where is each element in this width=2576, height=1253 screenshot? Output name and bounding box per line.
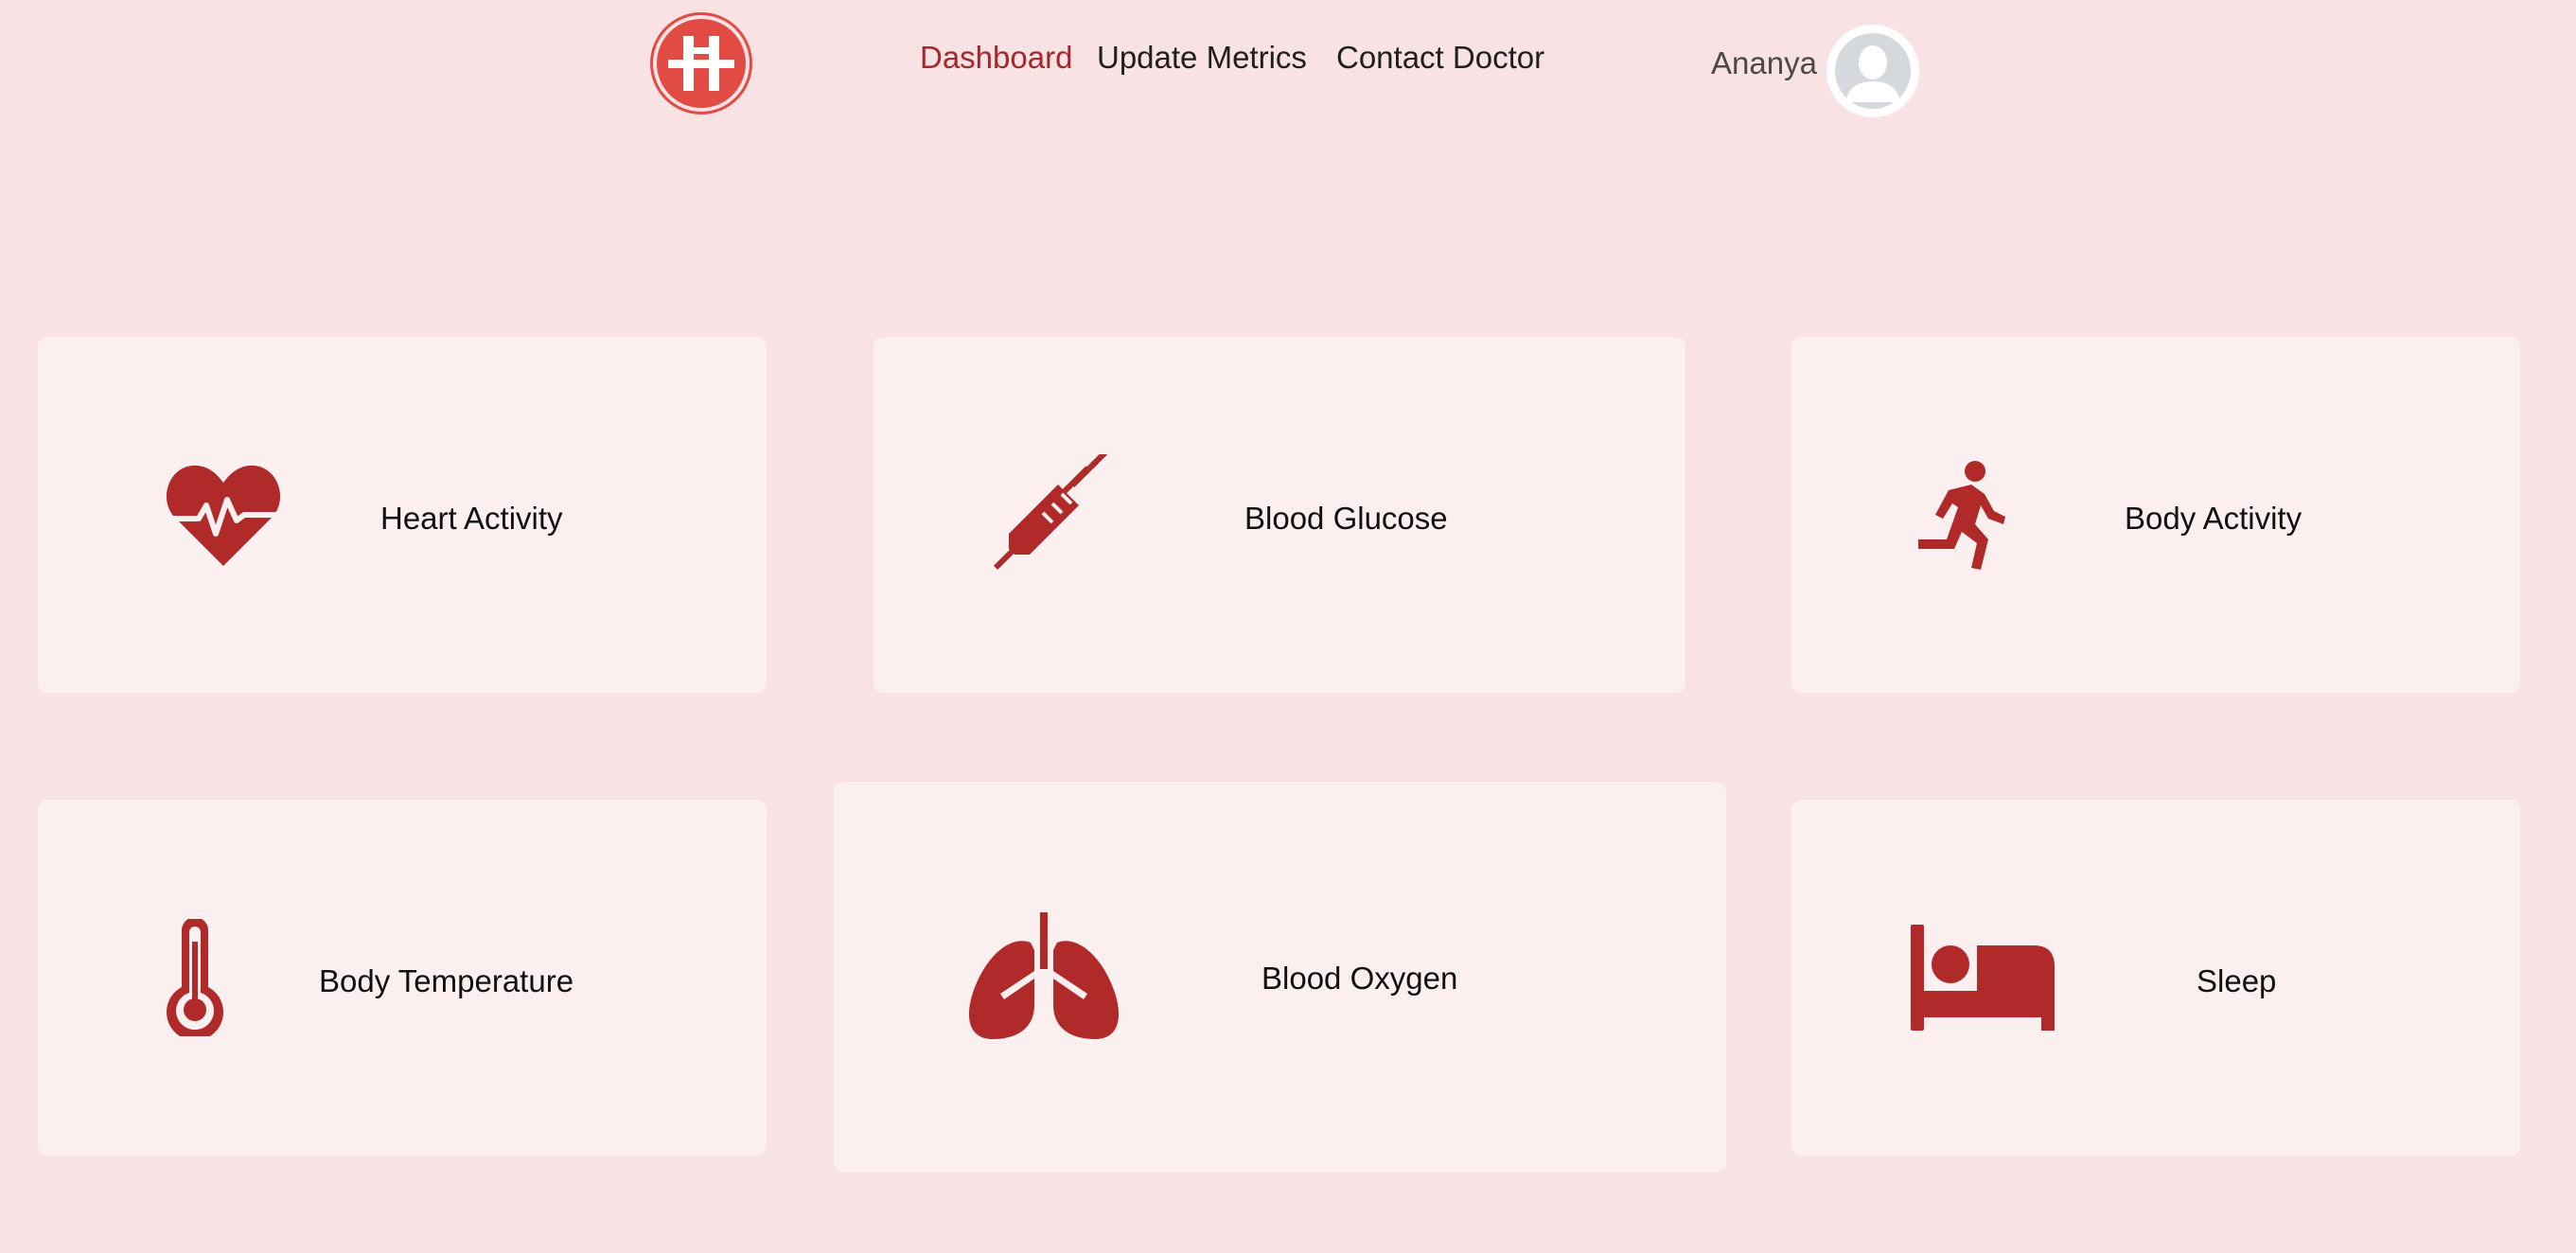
nav-contact-doctor[interactable]: Contact Doctor xyxy=(1336,42,1544,73)
card-label: Sleep xyxy=(2197,963,2277,998)
logo-h-icon xyxy=(668,36,734,91)
heart-pulse-icon xyxy=(166,465,281,566)
app-logo[interactable] xyxy=(653,15,750,112)
lungs-icon xyxy=(968,912,1120,1039)
card-label: Body Temperature xyxy=(319,963,574,998)
card-label: Blood Oxygen xyxy=(1262,961,1458,996)
card-blood-glucose[interactable]: Blood Glucose xyxy=(873,337,1685,693)
card-body-activity[interactable]: Body Activity xyxy=(1791,337,2520,693)
card-label: Heart Activity xyxy=(380,501,563,536)
card-sleep[interactable]: Sleep xyxy=(1791,800,2520,1156)
user-name: Ananya xyxy=(1711,45,1817,80)
thermometer-icon xyxy=(167,919,223,1036)
syringe-icon xyxy=(993,454,1109,571)
avatar[interactable] xyxy=(1826,25,1919,117)
card-label: Blood Glucose xyxy=(1244,501,1448,536)
card-blood-oxygen[interactable]: Blood Oxygen xyxy=(834,782,1726,1173)
nav-update-metrics[interactable]: Update Metrics xyxy=(1097,42,1307,73)
bed-icon xyxy=(1911,925,2055,1031)
card-label: Body Activity xyxy=(2125,501,2303,536)
nav-dashboard[interactable]: Dashboard xyxy=(920,42,1072,73)
card-heart-activity[interactable]: Heart Activity xyxy=(38,337,767,693)
running-person-icon xyxy=(1918,461,2005,570)
user-avatar-icon xyxy=(1835,33,1911,109)
card-body-temperature[interactable]: Body Temperature xyxy=(38,800,767,1156)
